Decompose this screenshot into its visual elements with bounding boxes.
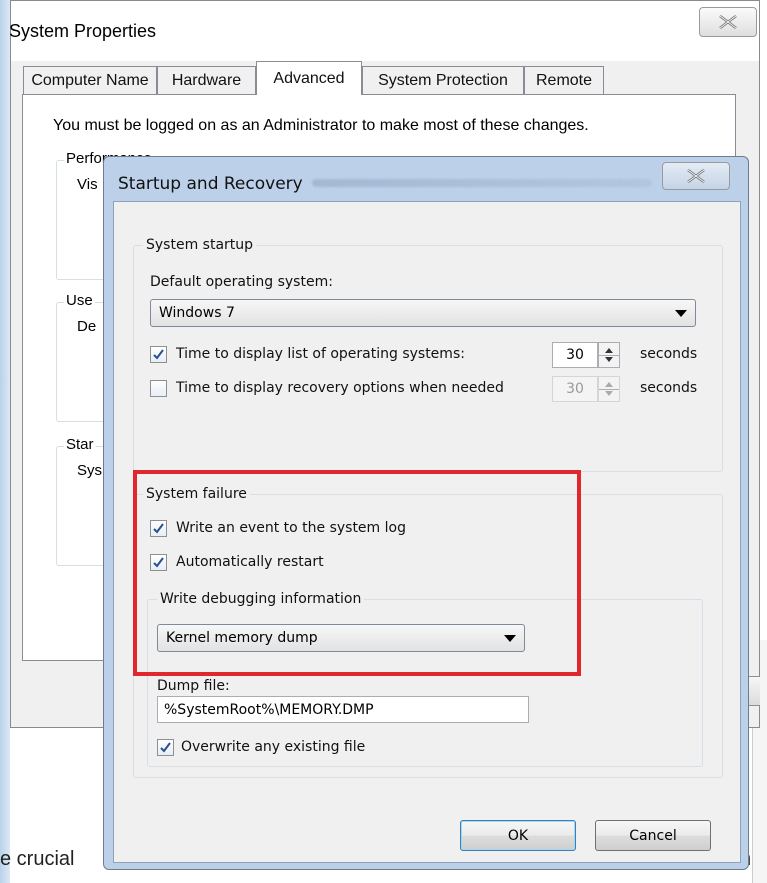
checkmark-icon (160, 742, 171, 753)
checkmark-icon (153, 349, 164, 360)
display-recovery-label: Time to display recovery options when ne… (176, 380, 504, 396)
display-list-spinner[interactable] (598, 342, 620, 368)
admin-note: You must be logged on as an Administrato… (53, 117, 589, 134)
display-recovery-spinner (598, 376, 620, 402)
system-startup-label: System startup (143, 237, 257, 253)
default-os-select[interactable]: Windows 7 (150, 299, 696, 327)
user-profiles-text: De (75, 318, 99, 335)
spinner-divider (599, 389, 619, 390)
tab-remote[interactable]: Remote (524, 66, 604, 94)
display-recovery-unit: seconds (640, 380, 698, 396)
spin-down-icon (605, 357, 613, 362)
startup-group-label: Star (64, 436, 96, 453)
overwrite-label: Overwrite any existing file (181, 739, 366, 755)
page-background-strip (0, 0, 10, 883)
dump-file-input[interactable]: %SystemRoot%\MEMORY.DMP (157, 696, 529, 723)
close-icon (719, 15, 737, 29)
display-list-label: Time to display list of operating system… (176, 346, 465, 362)
close-button[interactable] (699, 7, 757, 37)
dialog-close-button[interactable] (662, 162, 730, 190)
display-recovery-seconds-input: 30 (552, 376, 598, 402)
default-os-label: Default operating system: (150, 274, 333, 290)
dialog-title: Startup and Recovery (118, 174, 303, 194)
spin-up-icon (605, 348, 613, 353)
tab-advanced[interactable]: Advanced (256, 61, 362, 95)
default-os-value: Windows 7 (159, 305, 235, 321)
user-profiles-group-label: Use (64, 292, 95, 309)
ok-button[interactable]: OK (460, 820, 576, 851)
display-list-seconds-input[interactable]: 30 (552, 342, 598, 368)
tab-computer-name[interactable]: Computer Name (23, 66, 157, 94)
dump-file-label: Dump file: (157, 678, 230, 694)
tab-hardware[interactable]: Hardware (157, 66, 256, 94)
overwrite-checkbox[interactable] (157, 739, 174, 756)
cancel-button[interactable]: Cancel (595, 820, 711, 851)
spin-down-icon (605, 391, 613, 396)
tab-system-protection[interactable]: System Protection (362, 66, 524, 94)
performance-text: Vis (75, 176, 100, 193)
display-recovery-checkbox[interactable] (150, 380, 167, 397)
page-text-left: e crucial (0, 848, 75, 870)
highlight-annotation (133, 470, 581, 676)
display-list-unit: seconds (640, 346, 698, 362)
window-title: System Properties (9, 21, 157, 41)
startup-text: Sys (75, 462, 105, 479)
spin-up-icon (605, 382, 613, 387)
spinner-divider (599, 355, 619, 356)
display-list-checkbox[interactable] (150, 346, 167, 363)
chevron-down-icon (675, 310, 687, 317)
close-icon (687, 169, 705, 183)
system-properties-titlebar: System Properties (9, 1, 759, 61)
blurred-background-text (312, 179, 652, 187)
